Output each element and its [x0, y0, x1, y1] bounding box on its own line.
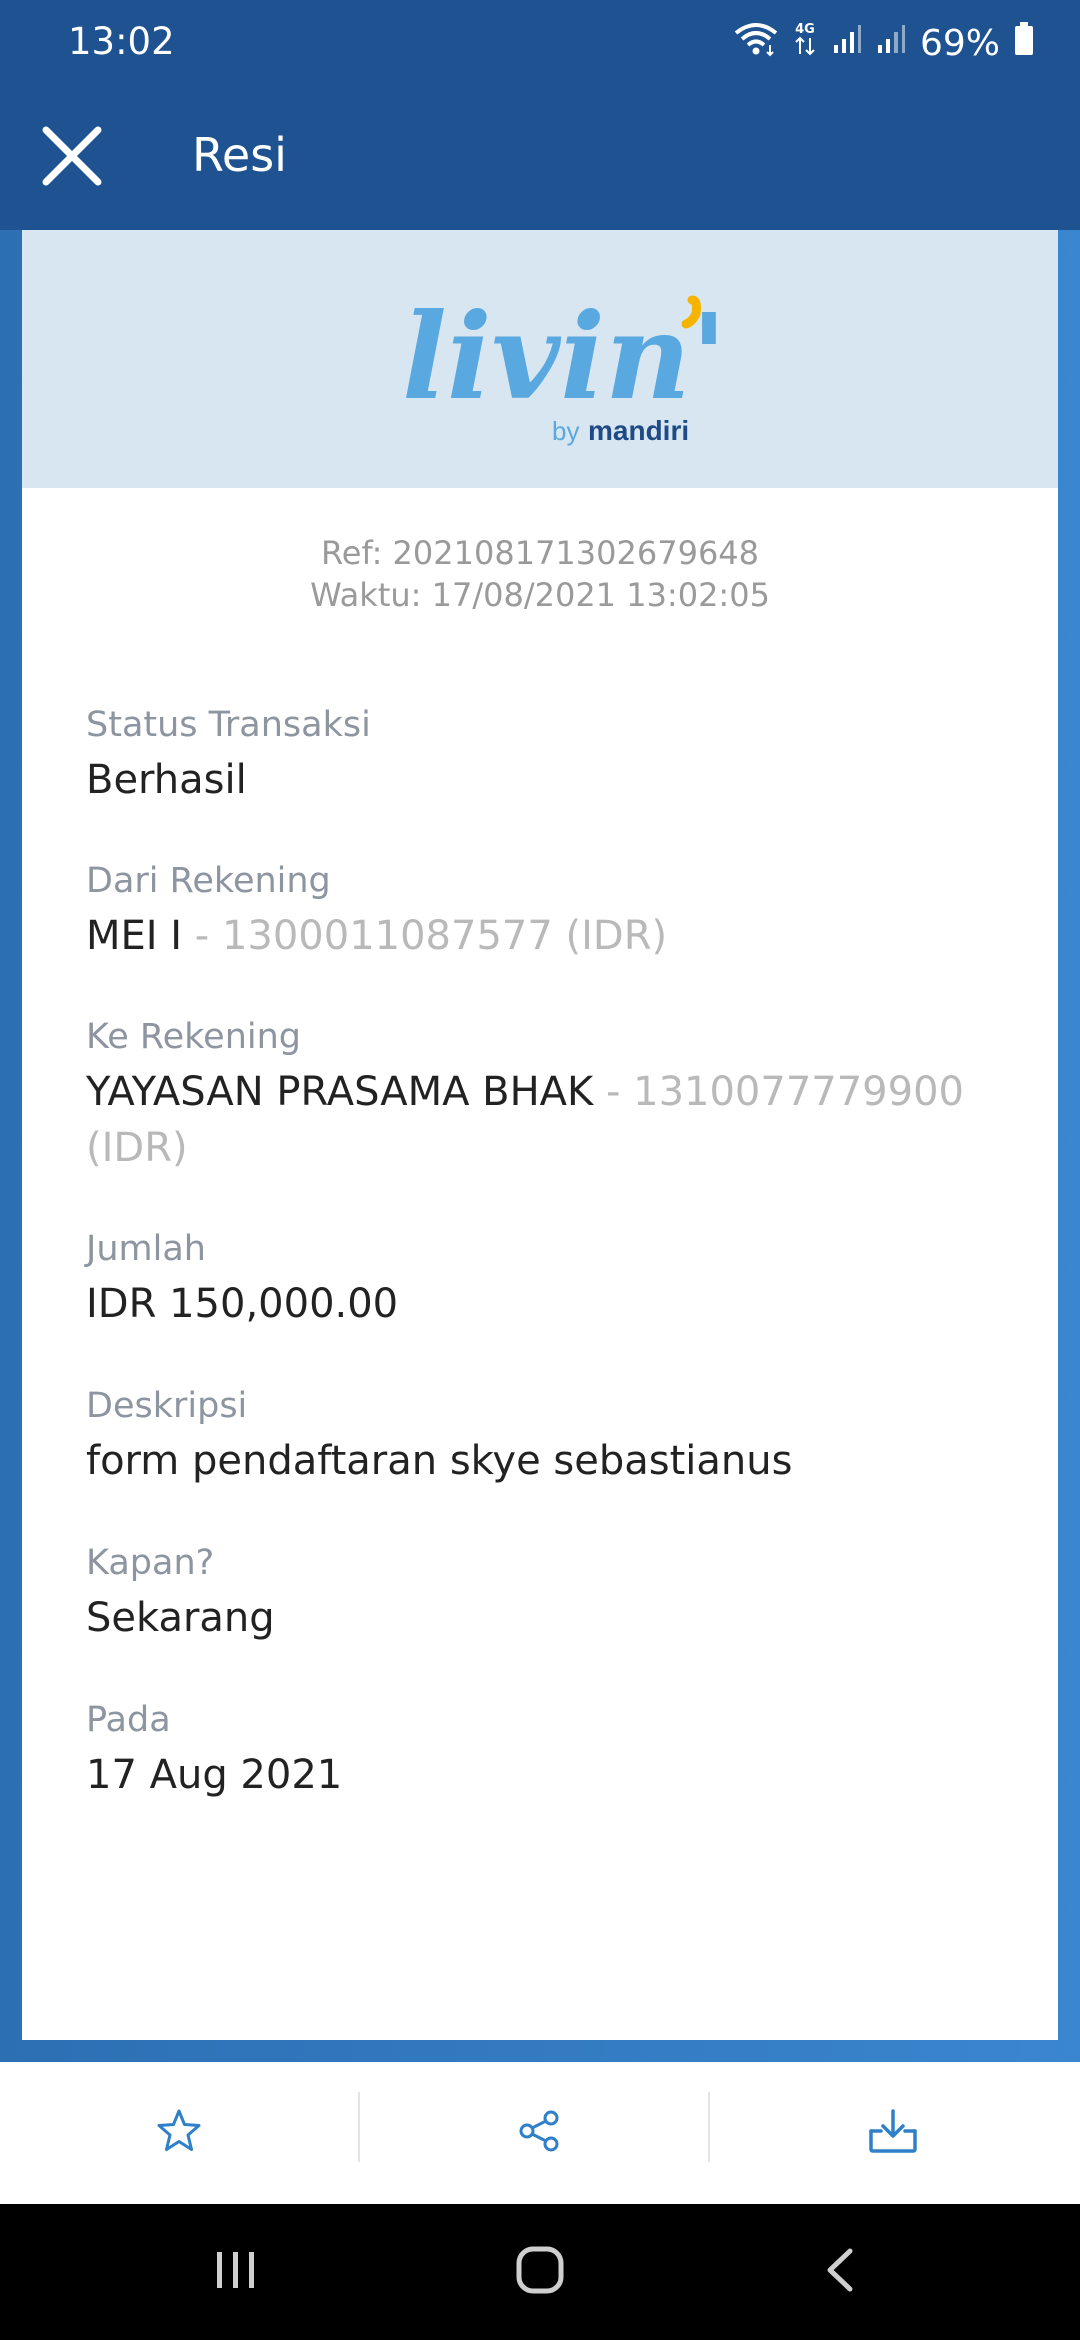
home-button[interactable] [440, 2204, 640, 2340]
star-icon [155, 2107, 203, 2159]
svg-text:by: by [552, 416, 579, 446]
field-label: Status Transaksi [86, 705, 371, 745]
field-label: Pada [86, 1700, 171, 1740]
share-icon [517, 2109, 561, 2157]
receipt-banner: livin' by mandiri [22, 230, 1058, 488]
download-button[interactable] [714, 2062, 1072, 2204]
field-value: Sekarang [86, 1595, 275, 1641]
field-to-account: Ke Rekening YAYASAN PRASAMA BHAK - 13100… [86, 1014, 1006, 1176]
download-icon [867, 2107, 919, 2159]
app-bar: Resi [0, 86, 1080, 230]
receipt-card: livin' by mandiri Ref: 20210817130267964… [22, 230, 1058, 2040]
field-amount: Jumlah IDR 150,000.00 [86, 1226, 1006, 1332]
field-value: YAYASAN PRASAMA BHAK - 1310077779900 (ID… [86, 1069, 964, 1171]
share-button[interactable] [360, 2062, 718, 2204]
field-label: Jumlah [86, 1229, 206, 1269]
system-nav-bar [0, 2204, 1080, 2340]
field-value: Berhasil [86, 757, 247, 803]
field-value: IDR 150,000.00 [86, 1281, 399, 1327]
battery-icon [1014, 22, 1034, 65]
favorite-button[interactable] [0, 2062, 358, 2204]
reference-number: Ref: 202108171302679648 [320, 534, 760, 572]
svg-text:4G: 4G [795, 22, 815, 37]
svg-text:livin': livin' [402, 287, 722, 426]
reference-block: Ref: 202108171302679648 Waktu: 17/08/202… [22, 532, 1058, 616]
back-icon [822, 2247, 858, 2297]
status-time: 13:02 [68, 20, 175, 63]
svg-text:mandiri: mandiri [588, 415, 689, 446]
home-icon [515, 2245, 565, 2299]
battery-percent: 69% [919, 23, 1000, 64]
field-when: Kapan? Sekarang [86, 1540, 1006, 1646]
close-icon[interactable] [40, 124, 104, 188]
4g-icon: 4G [792, 20, 818, 67]
signal-icon [876, 23, 906, 64]
back-button[interactable] [740, 2204, 940, 2340]
field-value: MEI I - 1300011087577 (IDR) [86, 913, 668, 959]
wifi-icon [734, 21, 778, 66]
status-bar: 13:02 4G 69% [0, 0, 1080, 86]
field-date: Pada 17 Aug 2021 [86, 1697, 1006, 1803]
field-label: Deskripsi [86, 1386, 248, 1426]
field-value: 17 Aug 2021 [86, 1752, 343, 1798]
transaction-time: Waktu: 17/08/2021 13:02:05 [310, 576, 770, 614]
recent-apps-button[interactable] [136, 2204, 336, 2340]
field-description: Deskripsi form pendaftaran skye sebastia… [86, 1383, 1006, 1489]
divider [708, 2092, 710, 2162]
field-label: Kapan? [86, 1543, 215, 1583]
field-value: form pendaftaran skye sebastianus [86, 1438, 793, 1484]
page-title: Resi [192, 128, 287, 182]
field-from-account: Dari Rekening MEI I - 1300011087577 (IDR… [86, 858, 1006, 964]
recent-apps-icon [213, 2248, 259, 2296]
account-number: - 1300011087577 (IDR) [182, 913, 668, 959]
signal-icon [832, 23, 862, 64]
field-label: Dari Rekening [86, 861, 331, 901]
livin-mandiri-logo: livin' by mandiri [392, 270, 727, 460]
field-status: Status Transaksi Berhasil [86, 702, 1006, 808]
action-bar [0, 2062, 1080, 2204]
field-label: Ke Rekening [86, 1017, 302, 1057]
